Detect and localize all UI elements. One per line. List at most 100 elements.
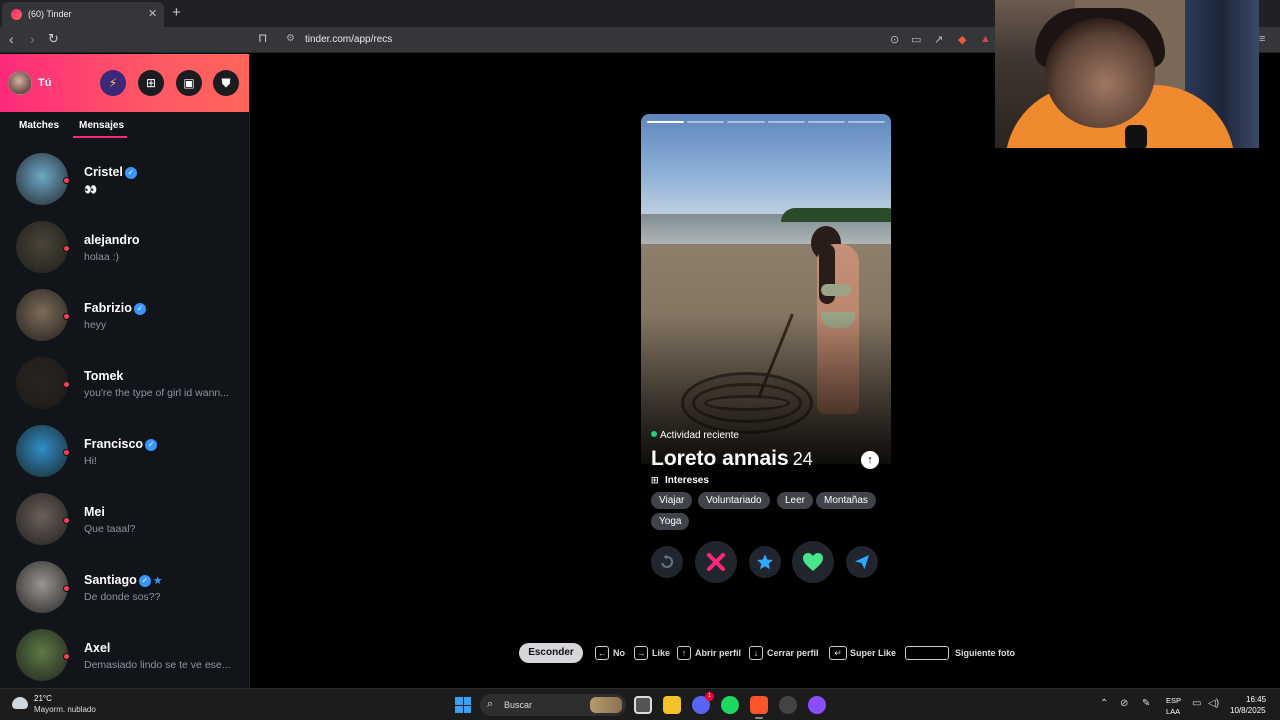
tab-matches[interactable]: Matches	[19, 120, 59, 131]
new-tab-icon[interactable]: +	[172, 4, 181, 21]
avatar[interactable]	[16, 561, 68, 613]
verified-badge-icon: ✓	[133, 303, 146, 315]
conversation-item[interactable]: Axel Demasiado lindo se te ve ese...	[0, 629, 249, 688]
avatar[interactable]	[16, 493, 68, 545]
unread-dot-icon	[63, 177, 70, 184]
avatar[interactable]	[16, 425, 68, 477]
conversation-item[interactable]: Francisco ✓ Hi!	[0, 425, 249, 493]
reload-icon[interactable]: ↻	[48, 31, 59, 47]
arrow-left-key-icon: ←	[595, 646, 609, 660]
keyboard-layout[interactable]: LAA	[1166, 707, 1180, 716]
avatar[interactable]	[16, 357, 68, 409]
avatar[interactable]	[16, 289, 68, 341]
conversation-item[interactable]: Cristel ✓ 👀	[0, 153, 249, 221]
nope-button[interactable]	[695, 541, 737, 583]
my-profile-label[interactable]: Tú	[38, 77, 51, 89]
share-icon[interactable]: ↗	[934, 33, 943, 46]
conversation-name-text: Fabrizio	[84, 301, 132, 315]
my-avatar[interactable]	[8, 71, 32, 95]
speaker-icon[interactable]: ◁)	[1208, 698, 1219, 709]
pen-icon[interactable]: ✎	[1142, 698, 1150, 709]
chevron-up-icon[interactable]: ⌃	[1100, 698, 1108, 709]
open-profile-button[interactable]: ↑	[861, 451, 879, 469]
profile-name-text: Loreto annais	[651, 447, 789, 470]
briefcase-icon: ▣	[183, 76, 195, 90]
sidebar-header: Tú ⚡ ⊞ ▣ ⛊	[0, 54, 249, 112]
shortcut-open-profile: Abrir perfil	[695, 648, 742, 658]
network-off-icon[interactable]: ⊘	[1120, 698, 1128, 709]
browser-tab[interactable]: (60) Tinder ✕	[2, 2, 164, 27]
photo-indicator[interactable]	[727, 121, 765, 123]
conversation-item[interactable]: Mei Que taaal?	[0, 493, 249, 561]
interest-chip: Montañas	[816, 492, 876, 509]
rewind-button[interactable]	[651, 546, 683, 578]
discord-icon[interactable]: 1	[692, 692, 714, 714]
location-icon[interactable]: ⊙	[890, 33, 899, 46]
brave-browser-icon[interactable]	[750, 696, 768, 719]
photo-indicator[interactable]	[807, 121, 845, 123]
forward-icon[interactable]: ›	[30, 31, 35, 47]
steam-icon[interactable]	[779, 696, 797, 714]
boost-button[interactable]: ⚡	[100, 70, 126, 96]
conversation-name: Santiago ✓ ★	[84, 573, 163, 587]
language-code[interactable]: ESP	[1166, 696, 1181, 705]
conversation-item[interactable]: Santiago ✓ ★ De donde sos??	[0, 561, 249, 629]
safety-button[interactable]: ⛊	[213, 70, 239, 96]
profile-photo[interactable]	[641, 114, 891, 464]
conversation-item[interactable]: alejandro holaa :)	[0, 221, 249, 289]
task-view-icon[interactable]	[634, 696, 652, 714]
app-icon[interactable]	[808, 696, 826, 714]
arrow-up-icon: ↑	[867, 454, 873, 466]
profile-name: Loreto annais 24	[651, 447, 813, 471]
tab-close-icon[interactable]: ✕	[148, 7, 157, 20]
conversation-item[interactable]: Fabrizio ✓ heyy	[0, 289, 249, 357]
verified-badge-icon: ✓	[145, 439, 158, 451]
photo-swimsuit-top	[821, 284, 851, 296]
taskbar-search[interactable]: ⌕ Buscar	[480, 694, 626, 716]
weather-description[interactable]: Mayorm. nublado	[34, 705, 96, 714]
weather-temperature[interactable]: 21°C	[34, 694, 52, 703]
taskbar: 21°C Mayorm. nublado ⌕ Buscar 1 ⌃ ⊘ ✎ ES…	[0, 688, 1280, 720]
spotify-icon[interactable]	[721, 696, 739, 714]
hide-shortcuts-button[interactable]: Esconder	[519, 643, 583, 663]
photo-indicator[interactable]	[847, 121, 886, 123]
unread-dot-icon	[63, 585, 70, 592]
online-dot-icon	[651, 431, 657, 437]
conversation-name-text: Santiago	[84, 573, 137, 587]
windows-start-icon[interactable]	[455, 697, 471, 713]
brave-rewards-icon[interactable]: ▲	[980, 33, 991, 45]
site-info-icon[interactable]: ⚙	[286, 33, 295, 44]
avatar[interactable]	[16, 629, 68, 681]
photo-indicator[interactable]	[767, 121, 805, 123]
cloud-icon[interactable]	[12, 697, 28, 709]
shortcut-super-like: Super Like	[850, 648, 897, 658]
message-button[interactable]	[846, 546, 878, 578]
photo-indicator[interactable]	[647, 121, 685, 123]
avatar[interactable]	[16, 221, 68, 273]
verified-badge-icon: ✓	[138, 575, 151, 587]
unread-dot-icon	[63, 653, 70, 660]
back-icon[interactable]: ‹	[9, 31, 14, 47]
file-explorer-icon[interactable]	[663, 696, 681, 714]
conversation-preview: De donde sos??	[84, 591, 161, 603]
activity-label: Actividad reciente	[660, 430, 739, 441]
work-mode-button[interactable]: ▣	[176, 70, 202, 96]
bookmark-icon[interactable]: ⊓	[258, 31, 267, 45]
avatar[interactable]	[16, 153, 68, 205]
photo-indicator[interactable]	[687, 121, 725, 123]
tab-mensajes[interactable]: Mensajes	[79, 120, 124, 131]
conversation-item[interactable]: Tomek you're the type of girl id wann...	[0, 357, 249, 425]
clock-time[interactable]: 16:45	[1246, 695, 1266, 704]
cast-icon[interactable]: ▭	[911, 33, 921, 46]
like-button[interactable]	[792, 541, 834, 583]
super-like-button[interactable]	[749, 546, 781, 578]
shortcut-no: No	[613, 648, 625, 658]
explore-button[interactable]: ⊞	[138, 70, 164, 96]
clock-date[interactable]: 10/8/2025	[1230, 706, 1266, 715]
menu-icon[interactable]: ≡	[1259, 33, 1265, 45]
unread-dot-icon	[63, 313, 70, 320]
webcam-person-face	[1045, 18, 1155, 128]
profile-card[interactable]: Actividad reciente Loreto annais 24 ↑ ⊞ In…	[641, 114, 891, 582]
display-icon[interactable]: ▭	[1192, 698, 1201, 709]
brave-shield-icon[interactable]: ◆	[958, 33, 966, 46]
